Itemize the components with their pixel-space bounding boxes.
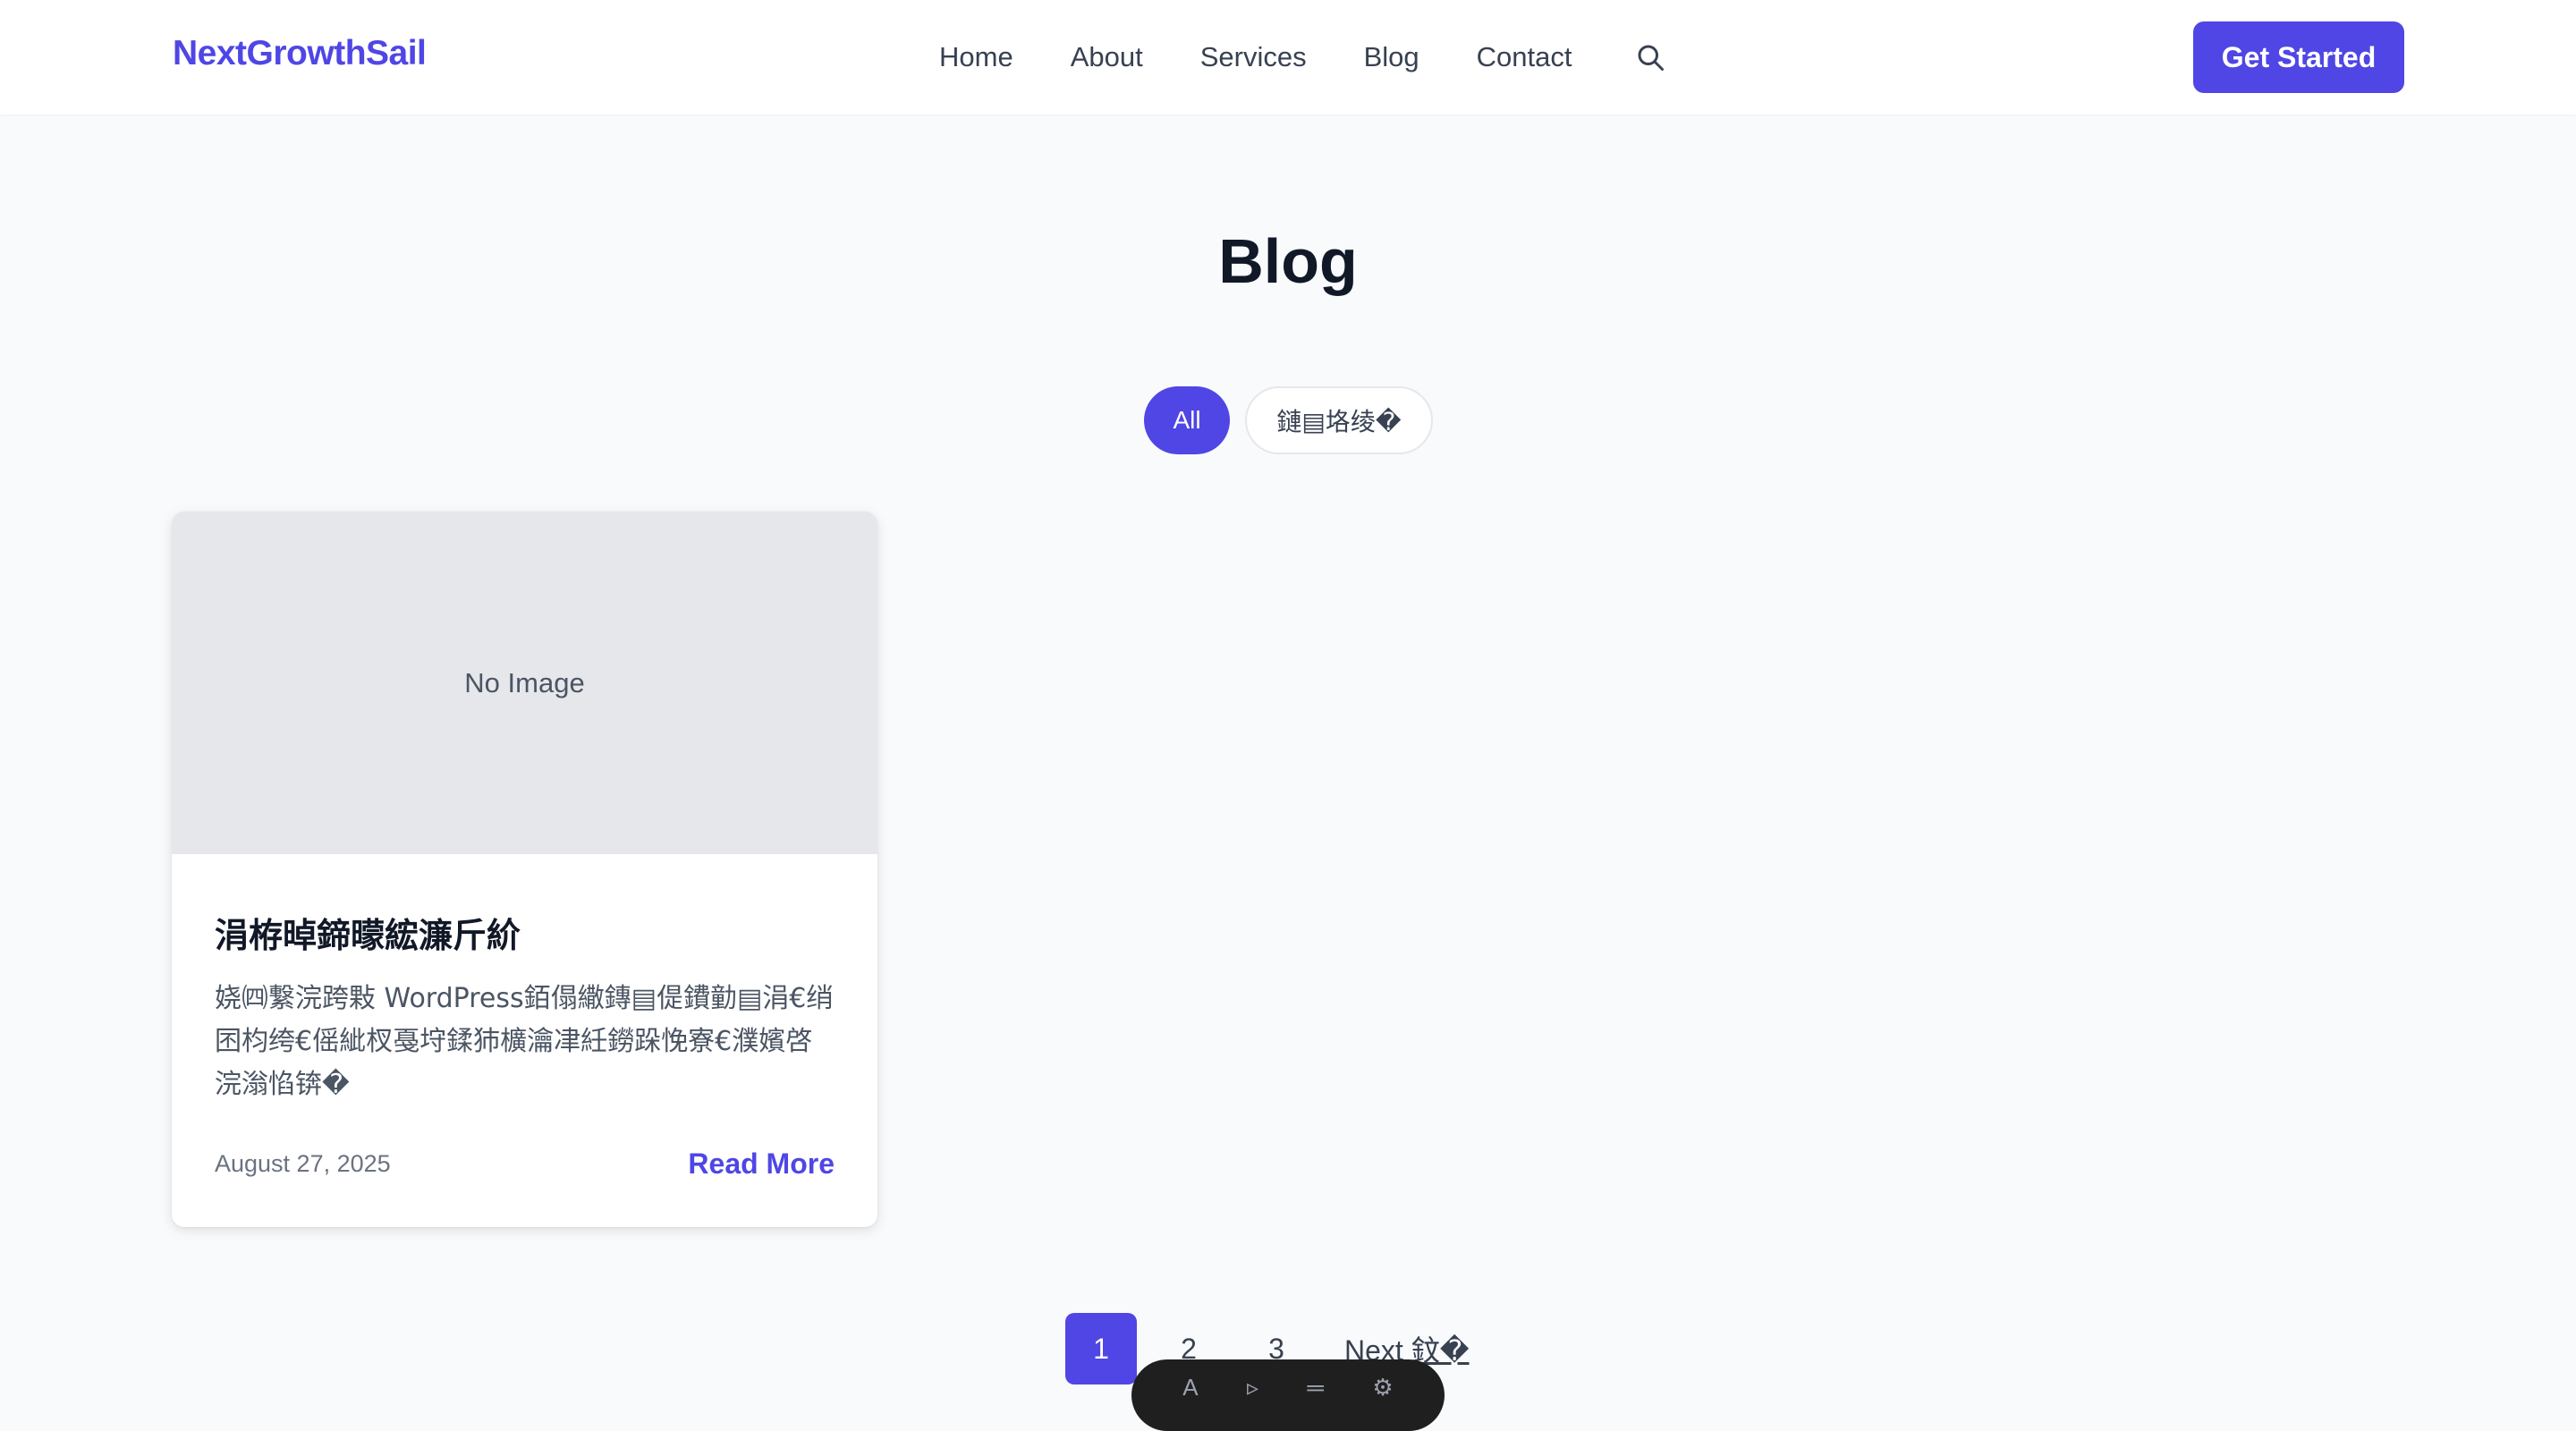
page-title: Blog bbox=[1218, 226, 1358, 296]
search-icon bbox=[1638, 45, 1665, 71]
filter-all[interactable]: All bbox=[1144, 386, 1230, 454]
no-image-label: No Image bbox=[464, 666, 585, 699]
nav-contact[interactable]: Contact bbox=[1477, 36, 1572, 79]
page-1-button[interactable]: 1 bbox=[1065, 1313, 1137, 1384]
main-nav: Home About Services Blog Contact bbox=[939, 36, 1672, 79]
nav-services[interactable]: Services bbox=[1200, 36, 1307, 79]
nav-home[interactable]: Home bbox=[939, 36, 1013, 79]
post-card-body: 涓栫晫鍗曚綋濂斤紒 娆㈣繋浣跨敤 WordPress銆傝繖鏄▤偍鐨勭▤涓€绡囨枃… bbox=[172, 913, 877, 1106]
read-more-link[interactable]: Read More bbox=[688, 1147, 835, 1181]
post-card[interactable]: No Image 涓栫晫鍗曚綋濂斤紒 娆㈣繋浣跨敤 WordPress銆傝繖鏄▤… bbox=[172, 512, 877, 1227]
post-excerpt: 娆㈣繋浣跨敤 WordPress銆傝繖鏄▤偍鐨勭▤涓€绡囨枃绔€傜紪杈戞垨鍒犻櫎… bbox=[215, 983, 834, 1100]
post-image-placeholder[interactable]: No Image bbox=[172, 512, 877, 854]
floating-toolbar: A ▹ ═ ⚙ bbox=[1131, 1359, 1445, 1431]
category-filters: All 鏈▤垎绫� bbox=[1144, 386, 1433, 454]
nav-about[interactable]: About bbox=[1071, 36, 1143, 79]
site-logo[interactable]: NextGrowthSail bbox=[173, 34, 427, 73]
post-card-footer: August 27, 2025 Read More bbox=[215, 1147, 835, 1181]
toolbar-text-tool[interactable]: A bbox=[1182, 1376, 1198, 1399]
filter-uncategorized[interactable]: 鏈▤垎绫� bbox=[1245, 386, 1433, 454]
get-started-button[interactable]: Get Started bbox=[2193, 21, 2404, 93]
site-header: NextGrowthSail Home About Services Blog … bbox=[0, 0, 2576, 114]
nav-blog[interactable]: Blog bbox=[1364, 36, 1419, 79]
toolbar-cursor-tool[interactable]: ▹ bbox=[1247, 1376, 1258, 1399]
post-title[interactable]: 涓栫晫鍗曚綋濂斤紒 bbox=[215, 913, 835, 958]
toolbar-settings-tool[interactable]: ⚙ bbox=[1372, 1376, 1393, 1399]
toolbar-menu-tool[interactable]: ═ bbox=[1308, 1376, 1324, 1399]
search-button[interactable] bbox=[1629, 36, 1672, 79]
post-date: August 27, 2025 bbox=[215, 1150, 391, 1177]
